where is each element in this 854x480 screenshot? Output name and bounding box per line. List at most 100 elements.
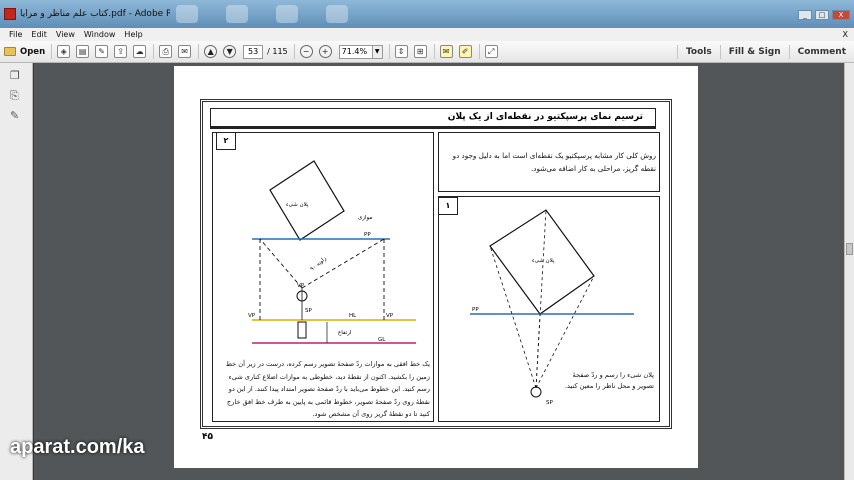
ray-4 — [535, 313, 541, 389]
label-vp-center: VP — [297, 283, 305, 289]
vertical-scrollbar[interactable] — [844, 63, 854, 480]
taskbar-thumb[interactable] — [226, 5, 248, 23]
highlight-button[interactable]: ✐ — [458, 44, 473, 59]
comment-tab[interactable]: Comment — [788, 45, 854, 59]
zoom-dropdown-icon[interactable]: ▼ — [372, 44, 383, 59]
fit-width-icon: ⊞ — [413, 45, 427, 58]
plus-icon: + — [318, 45, 332, 58]
label-pp-1: PP — [472, 307, 479, 313]
edit-pdf-icon: ✎ — [95, 45, 109, 58]
menu-view[interactable]: View — [56, 30, 75, 39]
label-plan-2: پلان شیء — [286, 202, 309, 208]
toolbar-separator — [51, 44, 53, 59]
ray-1 — [489, 245, 537, 389]
label-pp-2: PP — [364, 232, 371, 238]
toolbar-separator — [153, 44, 155, 59]
title-bar: کتاب علم مناظر و مرایا.pdf - Adobe Reade… — [0, 0, 854, 28]
bookmarks-icon[interactable]: ⎘ — [10, 89, 24, 103]
close-document-button[interactable]: X — [843, 30, 848, 39]
cloud-button[interactable]: ☁ — [132, 44, 147, 59]
comment-bubble-icon: ✉ — [439, 45, 453, 58]
fit-page-icon: ⇕ — [394, 45, 408, 58]
page-total: / 115 — [267, 47, 288, 56]
label-vp-left: VP — [248, 313, 256, 319]
combine-icon: ▤ — [76, 45, 90, 58]
window-title: کتاب علم مناظر و مرایا.pdf - Adobe Reade… — [20, 9, 170, 19]
email-button[interactable]: ✉ — [177, 44, 192, 59]
taskbar-thumb[interactable] — [276, 5, 298, 23]
sightline-left — [259, 238, 303, 289]
toolbar-separator — [198, 44, 200, 59]
create-pdf-icon: ◈ — [57, 45, 71, 58]
print-icon: ⎙ — [159, 45, 173, 58]
tools-tab[interactable]: Tools — [676, 45, 720, 59]
zoom-in-button[interactable]: + — [318, 44, 333, 59]
pdf-page: ترسیم نمای پرسپکتیو در نقطه‌ای از یک پلا… — [174, 66, 698, 468]
expand-icon: ⤢ — [484, 45, 498, 58]
taskbar-thumb[interactable] — [176, 5, 198, 23]
menu-file[interactable]: File — [9, 30, 22, 39]
maximize-button[interactable]: □ — [815, 10, 829, 20]
toolbar-separator — [388, 44, 390, 59]
label-plan-1: پلان شیء — [532, 258, 555, 264]
close-button[interactable]: X — [832, 10, 850, 20]
observer-icon-1 — [530, 386, 542, 398]
window-controls: _ □ X — [798, 10, 850, 20]
arrow-up-icon: ▲ — [204, 45, 218, 58]
next-page-button[interactable]: ▼ — [222, 44, 237, 59]
pages-icon[interactable]: ❐ — [10, 69, 24, 83]
scrollbar-thumb[interactable] — [846, 243, 853, 255]
label-height: ارتفاع — [338, 330, 352, 336]
print-button[interactable]: ⎙ — [158, 44, 173, 59]
open-button[interactable]: Open — [4, 44, 45, 59]
watermark: aparat.com/ka — [10, 436, 145, 458]
share-icon: ⇪ — [114, 45, 128, 58]
arrow-down-icon: ▼ — [223, 45, 237, 58]
toolbar-separator — [478, 44, 480, 59]
panel-2-drawing: VP SP PP VP VP HL GL ارتفاع پلان شیء موا… — [248, 160, 416, 344]
menu-window[interactable]: Window — [84, 30, 116, 39]
envelope-icon: ✉ — [178, 45, 192, 58]
menu-bar: File Edit View Window Help X — [0, 28, 854, 41]
sticky-note-button[interactable]: ✉ — [439, 44, 454, 59]
zoom-input[interactable]: 71.4% — [338, 44, 373, 59]
toolbar: Open ◈ ▤ ✎ ⇪ ☁ ⎙ ✉ ▲ ▼ 53 / 115 − + 71.4… — [0, 41, 854, 63]
toolbar-separator — [293, 44, 295, 59]
plan-square-2 — [269, 160, 345, 241]
label-gl: GL — [378, 337, 386, 343]
fit-page-button[interactable]: ⇕ — [394, 44, 409, 59]
taskbar-thumb[interactable] — [326, 5, 348, 23]
highlighter-icon: ✐ — [458, 45, 472, 58]
expand-button[interactable]: ⤢ — [484, 44, 499, 59]
signature-icon[interactable]: ✎ — [10, 109, 24, 123]
create-pdf-button[interactable]: ◈ — [56, 44, 71, 59]
folder-icon — [4, 47, 16, 56]
navigation-pane: ❐ ⎘ ✎ — [0, 63, 33, 480]
share-button[interactable]: ⇪ — [113, 44, 128, 59]
open-label: Open — [20, 46, 46, 57]
label-vp-right: VP — [386, 313, 394, 319]
observer-figure — [297, 321, 307, 339]
page-number-input[interactable]: 53 — [243, 44, 264, 59]
page-number: ۴۵ — [202, 432, 213, 442]
label-hl: HL — [349, 313, 357, 319]
toolbar-panels: Tools Fill & Sign Comment — [676, 41, 854, 63]
panel-2-caption: یک خط افقی به موازات ردّ صفحهٔ تصویر رسم… — [225, 360, 430, 418]
menu-edit[interactable]: Edit — [31, 30, 47, 39]
taskbar-thumbnails — [176, 5, 348, 23]
fill-sign-tab[interactable]: Fill & Sign — [719, 45, 789, 59]
label-sp-1: SP — [546, 400, 553, 406]
zoom-out-button[interactable]: − — [299, 44, 314, 59]
previous-page-button[interactable]: ▲ — [203, 44, 218, 59]
fit-width-button[interactable]: ⊞ — [413, 44, 428, 59]
minimize-button[interactable]: _ — [798, 10, 812, 20]
label-parallel: موازی — [358, 215, 372, 221]
label-sp-2: SP — [305, 308, 312, 314]
panel-1-caption: پلان شیء را رسم و ردّ صفحهٔ تصویر و محل … — [564, 371, 654, 390]
edit-button[interactable]: ✎ — [94, 44, 109, 59]
toolbar-separator — [433, 44, 435, 59]
combine-button[interactable]: ▤ — [75, 44, 90, 59]
minus-icon: − — [299, 45, 313, 58]
menu-help[interactable]: Help — [124, 30, 142, 39]
adobe-reader-icon — [4, 8, 16, 20]
